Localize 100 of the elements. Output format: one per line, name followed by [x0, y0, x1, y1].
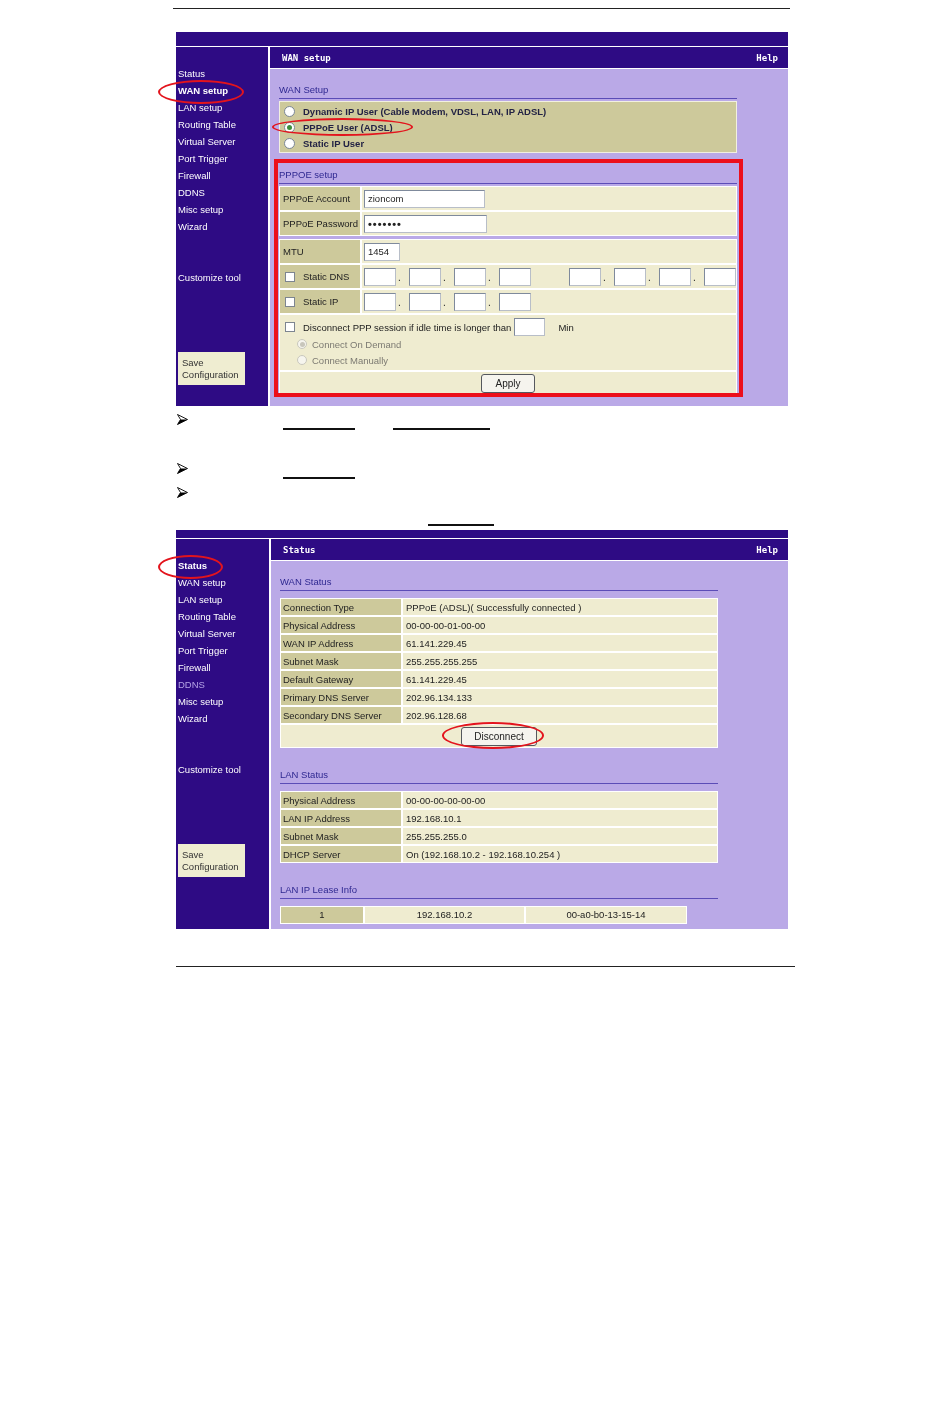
blank-underline [283, 477, 355, 479]
nav-link[interactable]: WAN setup [178, 574, 226, 591]
octet-separator: . [647, 271, 652, 285]
nav-link[interactable]: Routing Table [178, 608, 236, 625]
section-heading: PPPOE setup [279, 169, 338, 180]
ip-octet-field[interactable] [364, 267, 396, 286]
section-heading: WAN Status [280, 576, 332, 587]
apply-button[interactable]: Apply [481, 373, 535, 393]
ip-octet-field[interactable] [409, 267, 441, 286]
page-title: Status [283, 544, 316, 555]
nav-link[interactable]: LAN setup [178, 591, 223, 608]
section-heading: WAN Setup [279, 84, 329, 95]
ip-octet-field[interactable] [569, 267, 601, 286]
nav-link[interactable]: Port Trigger [178, 642, 228, 659]
nav-link[interactable]: Firewall [178, 659, 211, 676]
radio-label: Connect Manually [312, 354, 389, 366]
unit-label: Min [558, 321, 574, 333]
checkbox[interactable] [285, 271, 295, 282]
ip-octet-field[interactable] [454, 292, 486, 311]
radio-button[interactable] [284, 137, 295, 149]
nav-link[interactable]: Routing Table [178, 116, 236, 133]
radio-label: Dynamic IP User (Cable Modem, VDSL, LAN, IP ADSL) [303, 105, 547, 117]
section-heading: LAN IP Lease Info [280, 884, 357, 895]
field-label: Static IP [303, 296, 339, 307]
label-cell: Subnet Mask [281, 828, 401, 844]
ip-octet-field[interactable] [659, 267, 691, 286]
value-cell: 255.255.255.0 [403, 828, 717, 844]
nav-link[interactable]: WAN setup [178, 82, 229, 99]
nav-link[interactable]: Status [178, 557, 208, 574]
nav-link[interactable]: Wizard [178, 218, 208, 235]
checkbox[interactable] [285, 322, 295, 332]
octet-separator: . [487, 296, 492, 310]
nav-link[interactable]: Status [178, 65, 205, 82]
arrowhead-bullet-icon [177, 463, 188, 474]
ip-octet-field[interactable] [704, 267, 736, 286]
value-cell: 202.96.128.68 [403, 707, 717, 723]
help-link[interactable]: Help [756, 544, 778, 555]
value-cell: 202.96.134.133 [403, 689, 717, 705]
value-cell: 61.141.229.45 [403, 635, 717, 651]
octet-separator: . [442, 271, 447, 285]
label-cell: DHCP Server [281, 846, 401, 862]
value-cell: PPPoE (ADSL)( Successfully connected ) [403, 599, 717, 615]
table-cell: 192.168.10.2 [365, 907, 524, 923]
label-cell: LAN IP Address [281, 810, 401, 826]
octet-separator: . [487, 271, 492, 285]
nav-link[interactable]: Virtual Server [178, 625, 236, 642]
arrowhead-bullet-icon [177, 487, 188, 498]
checkbox[interactable] [285, 296, 295, 307]
nav-link[interactable]: Wizard [178, 710, 208, 727]
nav-link[interactable]: Virtual Server [178, 133, 236, 150]
idle-time-field[interactable] [514, 318, 546, 336]
ip-octet-field[interactable] [364, 292, 396, 311]
value-cell: 61.141.229.45 [403, 671, 717, 687]
nav-link[interactable]: DDNS [178, 184, 205, 201]
octet-separator: . [397, 296, 402, 310]
arrowhead-bullet-icon [177, 414, 188, 425]
label-cell: Primary DNS Server [281, 689, 401, 705]
label-cell: Physical Address [281, 617, 401, 633]
table-cell: 00-a0-b0-13-15-14 [526, 907, 686, 923]
label-cell: PPPoE Account [280, 187, 360, 210]
mtu-field[interactable]: 1454 [364, 242, 400, 261]
nav-link[interactable]: Port Trigger [178, 150, 228, 167]
ip-octet-field[interactable] [454, 267, 486, 286]
radio-label: Static IP User [303, 137, 365, 149]
save-configuration-button[interactable]: Save Configuration [178, 352, 245, 385]
table-cell: 1 [281, 907, 363, 923]
customize-tool-label: Customize tool [178, 763, 241, 777]
label-cell: Default Gateway [281, 671, 401, 687]
ip-octet-field[interactable] [409, 292, 441, 311]
octet-separator: . [442, 296, 447, 310]
label-cell: MTU [280, 240, 360, 263]
nav-link[interactable]: Misc setup [178, 693, 224, 710]
value-cell: 255.255.255.255 [403, 653, 717, 669]
label-cell: WAN IP Address [281, 635, 401, 651]
value-cell: 00-00-00-00-00-00 [403, 792, 717, 808]
nav-link[interactable]: Misc setup [178, 201, 224, 218]
value-cell: 00-00-00-01-00-00 [403, 617, 717, 633]
radio-button[interactable] [284, 105, 295, 117]
radio-label: PPPoE User (ADSL) [303, 121, 393, 133]
radio-label: Connect On Demand [312, 338, 402, 350]
label-cell: Physical Address [281, 792, 401, 808]
option-label: Disconnect PPP session if idle time is longer than [303, 321, 512, 333]
save-configuration-button[interactable]: Save Configuration [178, 844, 245, 877]
radio-button[interactable] [284, 121, 295, 133]
help-link[interactable]: Help [756, 52, 778, 63]
page-title: WAN setup [282, 52, 331, 63]
nav-link[interactable]: DDNS [178, 676, 205, 693]
ip-octet-field[interactable] [499, 292, 531, 311]
nav-link[interactable]: Firewall [178, 167, 211, 184]
value-cell: 192.168.10.1 [403, 810, 717, 826]
section-heading: LAN Status [280, 769, 329, 780]
nav-link[interactable]: LAN setup [178, 99, 223, 116]
field-label: Static DNS [303, 271, 350, 282]
octet-separator: . [397, 271, 402, 285]
password-field[interactable]: ••••••• [364, 214, 487, 233]
ip-octet-field[interactable] [614, 267, 646, 286]
disconnect-button[interactable]: Disconnect [461, 726, 537, 746]
ip-octet-field[interactable] [499, 267, 531, 286]
label-cell: PPPoE Password [280, 212, 360, 235]
text-field[interactable]: zioncom [364, 189, 485, 208]
